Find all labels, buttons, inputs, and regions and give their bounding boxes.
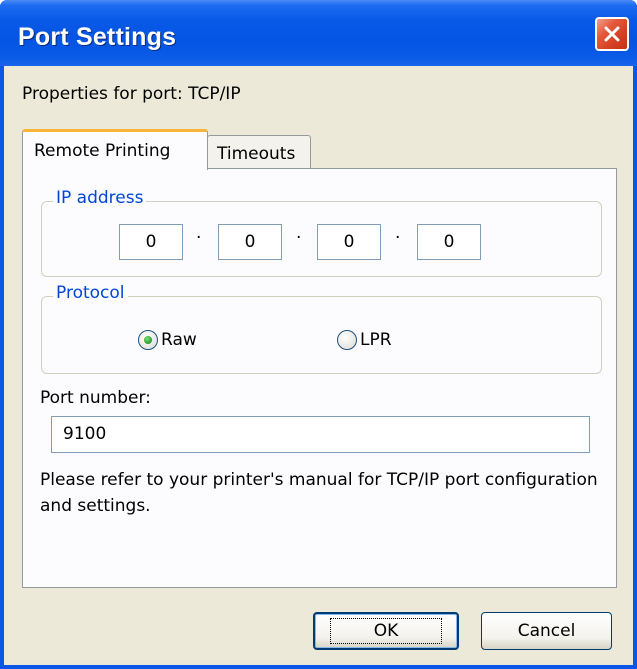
ip-separator: · (196, 228, 202, 248)
radio-lpr[interactable]: LPR (337, 330, 392, 350)
protocol-group: Protocol Raw LPR (41, 283, 602, 374)
radio-lpr-label: LPR (360, 330, 392, 350)
close-icon (602, 24, 622, 44)
tab-timeouts[interactable]: Timeouts (207, 135, 311, 169)
ok-button[interactable]: OK (313, 612, 459, 650)
radio-selected-dot (144, 336, 152, 344)
remote-printing-panel: IP address 0 · 0 · 0 · 0 Protocol Raw LP… (22, 168, 617, 588)
help-note: Please refer to your printer's manual fo… (40, 470, 598, 516)
radio-raw-label: Raw (161, 330, 197, 350)
close-button[interactable] (595, 17, 629, 51)
dialog-body: Properties for port: TCP/IP Timeouts Rem… (4, 66, 633, 665)
ip-separator: · (395, 228, 401, 248)
port-properties-caption: Properties for port: TCP/IP (22, 84, 241, 104)
radio-raw[interactable]: Raw (138, 330, 197, 350)
ip-octet-3-input[interactable]: 0 (317, 224, 381, 260)
title-bar[interactable]: Port Settings (0, 0, 637, 66)
port-number-input[interactable]: 9100 (51, 416, 590, 453)
protocol-legend: Protocol (53, 283, 128, 303)
ip-octet-1-input[interactable]: 0 (119, 224, 183, 260)
tab-remote-printing[interactable]: Remote Printing (22, 129, 208, 170)
port-number-label: Port number: (40, 388, 151, 408)
ip-separator: · (296, 228, 302, 248)
ip-address-group: IP address 0 · 0 · 0 · 0 (41, 188, 602, 277)
cancel-button[interactable]: Cancel (481, 612, 612, 650)
ip-octet-2-input[interactable]: 0 (218, 224, 282, 260)
radio-button-selected[interactable] (138, 330, 158, 350)
ok-button-label: OK (329, 618, 443, 644)
ip-octet-4-input[interactable]: 0 (417, 224, 481, 260)
window-title: Port Settings (18, 23, 177, 51)
ip-address-legend: IP address (53, 188, 147, 208)
radio-button-unselected[interactable] (337, 330, 357, 350)
port-settings-window: Port Settings Properties for port: TCP/I… (0, 0, 637, 669)
